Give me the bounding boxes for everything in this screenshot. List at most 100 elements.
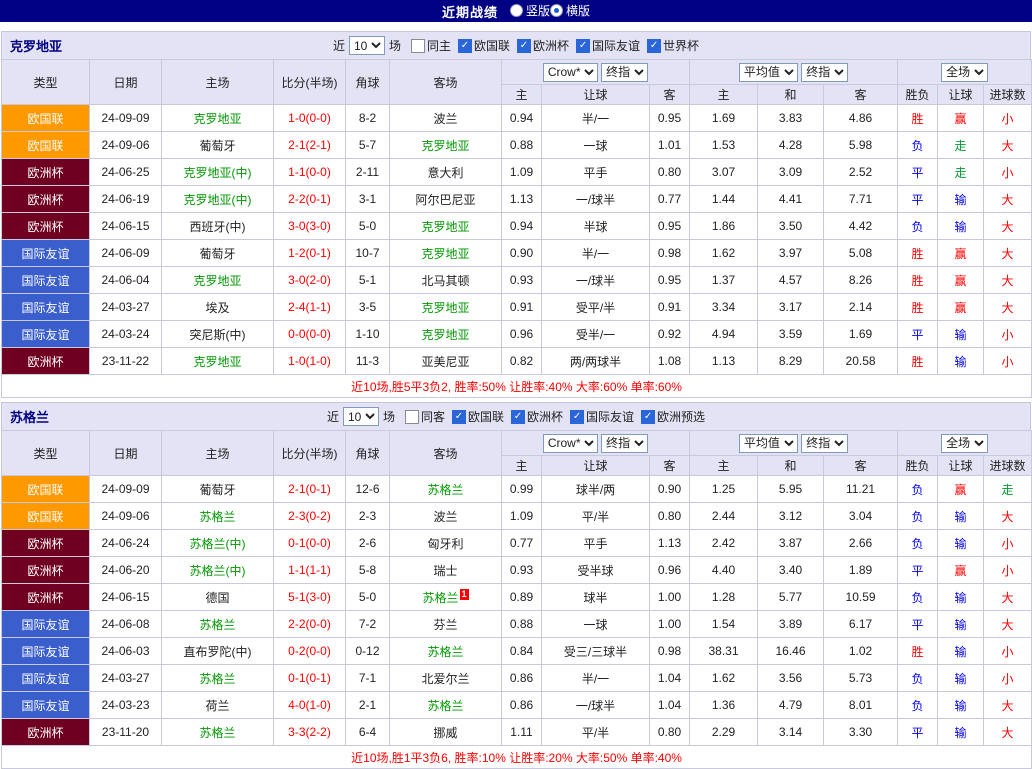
goals-result-value: 大: [983, 610, 1032, 638]
avg-home-odds: 1.62: [689, 664, 759, 692]
away-team-label: 克罗地亚: [421, 219, 470, 234]
match-score: 4-0(1-0): [273, 691, 346, 719]
odds-home: 0.93: [501, 266, 542, 294]
filter-checkbox[interactable]: ✓ 欧国联: [457, 37, 510, 54]
recent-count-select[interactable]: 10: [342, 407, 379, 426]
layout-radio[interactable]: 竖版: [509, 2, 550, 19]
match-row: 国际友谊 24-03-27 埃及 2-4(1-1) 3-5 克罗地亚 0.91 受平/半 0.9…: [1, 293, 1032, 321]
avg-away-odds: 4.42: [823, 212, 899, 240]
checkbox-icon[interactable]: ✓: [576, 38, 591, 53]
avg-time-select[interactable]: 终指: [801, 433, 849, 453]
home-team: 埃及: [161, 293, 274, 321]
home-team: 荷兰: [161, 691, 274, 719]
col-type: 类型: [1, 430, 90, 476]
filter-checkbox[interactable]: 同主: [410, 37, 451, 54]
avg-home-odds: 1.62: [689, 239, 759, 267]
team-section-croatia: 克罗地亚 近 10 场 同主 ✓ 欧国联 ✓ 欧洲杯 ✓ 国际友谊 ✓ 世界杯 类型 日期 主场…: [0, 31, 1032, 398]
scope-select[interactable]: 全场: [941, 433, 989, 453]
scope-select[interactable]: 全场: [941, 62, 989, 82]
checkbox-icon[interactable]: ✓: [647, 38, 662, 53]
avg-home-odds: 1.54: [689, 610, 759, 638]
filter-label: 同主: [426, 39, 451, 53]
recent-count-select[interactable]: 10: [348, 36, 385, 55]
checkbox-icon[interactable]: ✓: [457, 38, 472, 53]
away-team: 克罗地亚: [389, 239, 502, 267]
filter-checkbox[interactable]: ✓ 欧国联: [451, 408, 504, 425]
checkbox-icon[interactable]: ✓: [511, 409, 525, 424]
avg-home-odds: 2.29: [689, 718, 759, 746]
checkbox-icon[interactable]: [410, 38, 425, 53]
match-row: 欧国联 24-09-09 葡萄牙 2-1(0-1) 12-6 苏格兰 0.99 球半/两 0.9…: [1, 475, 1032, 503]
filter-label: 欧洲杯: [533, 39, 570, 53]
checkbox-icon[interactable]: ✓: [451, 409, 466, 424]
home-team: 葡萄牙: [161, 475, 274, 503]
corner-score: 2-6: [345, 529, 390, 557]
col-avg-home: 主: [689, 455, 759, 476]
avg-draw-odds: 3.87: [757, 529, 825, 557]
avg-away-odds: 4.86: [823, 104, 899, 132]
league-badge: 国际友谊: [1, 610, 90, 638]
recent-label: 近: [332, 39, 345, 53]
avg-away-odds: 5.08: [823, 239, 899, 267]
checkbox-icon[interactable]: ✓: [517, 38, 531, 53]
filter-checkbox[interactable]: ✓ 国际友谊: [570, 408, 634, 425]
filter-checkbox[interactable]: ✓ 世界杯: [647, 37, 699, 54]
odds-away: 0.96: [648, 556, 691, 584]
match-score: 5-1(3-0): [273, 583, 346, 611]
avg-away-odds: 10.59: [823, 583, 899, 611]
col-score: 比分(半场): [273, 59, 346, 105]
col-avg-away: 客: [823, 455, 899, 476]
avg-home-odds: 1.36: [689, 691, 759, 719]
scope-group-header: 全场: [897, 59, 1032, 85]
col-avg-away: 客: [823, 84, 899, 105]
odds-time-select[interactable]: 终指: [601, 433, 649, 453]
col-corner: 角球: [345, 59, 390, 105]
checkbox-icon[interactable]: [404, 409, 419, 424]
match-row: 欧洲杯 24-06-15 西班牙(中) 3-0(3-0) 5-0 克罗地亚 0.94 半球 0.…: [1, 212, 1032, 240]
filter-checkbox[interactable]: 同客: [404, 408, 445, 425]
odds-home: 0.84: [501, 637, 542, 665]
league-badge: 欧洲杯: [1, 158, 90, 186]
match-row: 欧洲杯 24-06-19 克罗地亚(中) 2-2(0-1) 3-1 阿尔巴尼亚 1.13 一/…: [1, 185, 1032, 213]
filter-checkbox[interactable]: ✓ 国际友谊: [576, 37, 640, 54]
odds-handicap-line: 平手: [541, 529, 650, 557]
avg-time-select[interactable]: 终指: [801, 62, 849, 82]
avg-home-odds: 1.53: [689, 131, 759, 159]
filter-checkbox[interactable]: ✓ 欧洲杯: [511, 408, 563, 425]
odds-company-select[interactable]: Crow*: [542, 433, 598, 453]
match-row: 国际友谊 24-06-09 葡萄牙 1-2(0-1) 10-7 克罗地亚 0.90 半/一 0.…: [1, 239, 1032, 267]
filter-checkbox[interactable]: ✓ 欧洲预选: [641, 408, 705, 425]
radio-icon[interactable]: [509, 4, 523, 17]
away-team: 波兰: [389, 104, 502, 132]
away-team: 苏格兰: [389, 475, 502, 503]
avg-away-odds: 3.30: [823, 718, 899, 746]
checkbox-icon[interactable]: ✓: [570, 409, 585, 424]
col-odds-away: 客: [648, 455, 691, 476]
col-date: 日期: [89, 430, 162, 476]
league-badge: 欧国联: [1, 104, 90, 132]
odds-time-select[interactable]: 终指: [601, 62, 649, 82]
avg-select[interactable]: 平均值: [738, 62, 798, 82]
radio-icon[interactable]: [550, 4, 563, 17]
handicap-result-value: 赢: [937, 293, 985, 321]
match-score: 2-1(0-1): [273, 475, 346, 503]
filter-checkbox[interactable]: ✓ 欧洲杯: [517, 37, 569, 54]
match-score: 2-2(0-0): [273, 610, 346, 638]
avg-home-odds: 1.37: [689, 266, 759, 294]
avg-select[interactable]: 平均值: [738, 433, 798, 453]
match-row: 国际友谊 24-06-04 克罗地亚 3-0(2-0) 5-1 北马其顿 0.93 一/球半 0…: [1, 266, 1032, 294]
section-header: 克罗地亚 近 10 场 同主 ✓ 欧国联 ✓ 欧洲杯 ✓ 国际友谊 ✓ 世界杯: [1, 31, 1031, 59]
avg-draw-odds: 4.79: [757, 691, 825, 719]
checkbox-icon[interactable]: ✓: [641, 409, 656, 424]
layout-radio[interactable]: 横版: [550, 2, 590, 19]
handicap-result-value: 输: [937, 212, 985, 240]
odds-company-select[interactable]: Crow*: [542, 62, 598, 82]
away-team: 匈牙利: [389, 529, 502, 557]
odds-home: 0.93: [501, 556, 542, 584]
goals-result-value: 大: [983, 502, 1032, 530]
match-score: 0-2(0-0): [273, 637, 346, 665]
handicap-result-value: 输: [937, 320, 985, 348]
avg-draw-odds: 3.50: [757, 212, 825, 240]
avg-away-odds: 11.21: [823, 475, 899, 503]
odds-handicap-line: 半球: [541, 212, 650, 240]
